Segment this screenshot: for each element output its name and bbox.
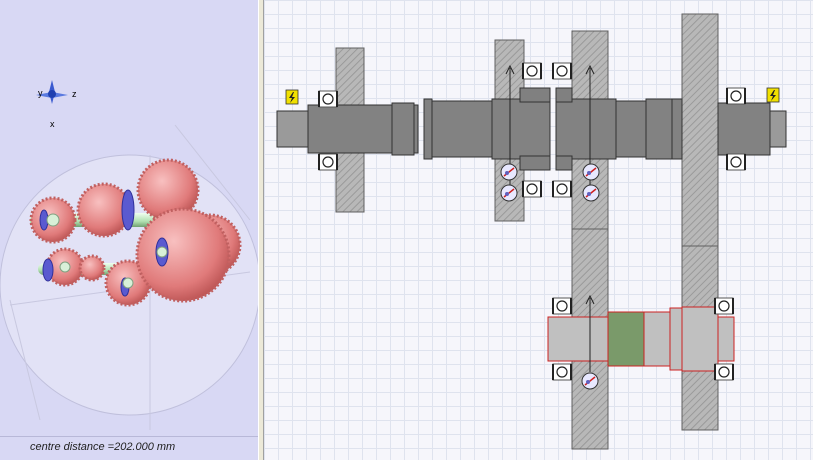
shaft-lower-selected[interactable] <box>547 306 735 372</box>
axis-y-label: y <box>38 88 43 98</box>
2d-shaft-schematic[interactable] <box>264 0 813 460</box>
axis-z-label: z <box>72 89 77 99</box>
gear-5 <box>681 13 719 247</box>
centre-distance-text: centre distance =202.000 mm <box>30 441 176 453</box>
axis-x-label: x <box>50 119 55 129</box>
status-bar: centre distance =202.000 mm <box>0 436 258 460</box>
3d-view-pane[interactable]: y z x centre distance =202.000 mm <box>0 0 258 460</box>
3d-gearbox-view[interactable]: y z x <box>0 0 258 436</box>
2d-schematic-pane[interactable] <box>264 0 813 460</box>
axis-triad-icon: y z x <box>36 80 77 129</box>
